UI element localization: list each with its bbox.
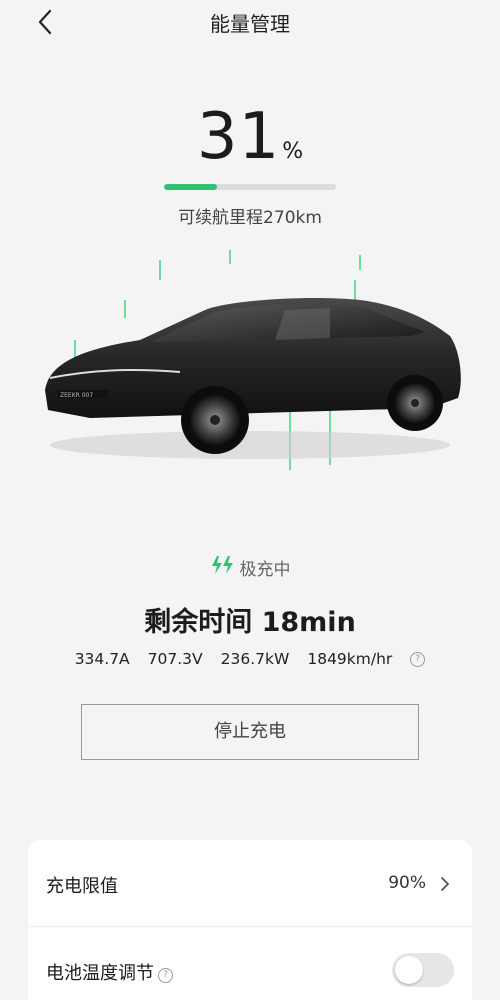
toggle-knob xyxy=(395,956,423,984)
battery-percent-value: 31 xyxy=(196,100,281,174)
help-circle-icon[interactable]: ? xyxy=(410,651,426,667)
settings-card: 充电限值 90% 电池温度调节? xyxy=(28,840,472,1000)
charging-status: 极充中 xyxy=(0,555,500,583)
energy-management-page: 能量管理 31% 可续航里程270km ZEEKR 007 极充中 剩余时间 1… xyxy=(0,0,500,1000)
battery-percent-unit: % xyxy=(282,139,304,164)
battery-temp-row: 电池温度调节? xyxy=(28,926,472,1000)
charging-status-label: 极充中 xyxy=(239,560,291,580)
header: 能量管理 xyxy=(0,0,500,44)
remaining-time: 剩余时间 18min xyxy=(144,607,356,638)
battery-temp-label: 电池温度调节? xyxy=(46,959,173,985)
battery-percentage: 31% xyxy=(0,100,500,180)
battery-level-fill xyxy=(164,184,218,190)
chevron-right-icon xyxy=(440,876,450,892)
remaining-range: 可续航里程270km xyxy=(178,208,322,228)
charge-limit-value: 90% xyxy=(388,873,426,893)
charge-speed-value: 1849km/hr xyxy=(307,650,393,668)
charging-stats: 334.7A 707.3V 236.7kW 1849km/hr ? xyxy=(0,650,500,668)
help-circle-icon[interactable]: ? xyxy=(158,968,173,983)
car-badge: ZEEKR 007 xyxy=(60,392,93,399)
battery-level-bar xyxy=(164,184,336,190)
charge-limit-row[interactable]: 充电限值 90% xyxy=(28,840,472,926)
car-image: ZEEKR 007 xyxy=(30,240,470,500)
stop-charging-button[interactable]: 停止充电 xyxy=(81,704,419,760)
charge-limit-label: 充电限值 xyxy=(46,876,118,897)
fast-charge-bolt-icon xyxy=(210,555,236,580)
battery-temp-label-text: 电池温度调节 xyxy=(46,963,154,984)
current-value: 334.7A xyxy=(74,650,130,668)
voltage-value: 707.3V xyxy=(147,650,203,668)
power-value: 236.7kW xyxy=(220,650,290,668)
battery-temp-toggle[interactable] xyxy=(392,953,454,987)
page-title: 能量管理 xyxy=(210,12,290,36)
